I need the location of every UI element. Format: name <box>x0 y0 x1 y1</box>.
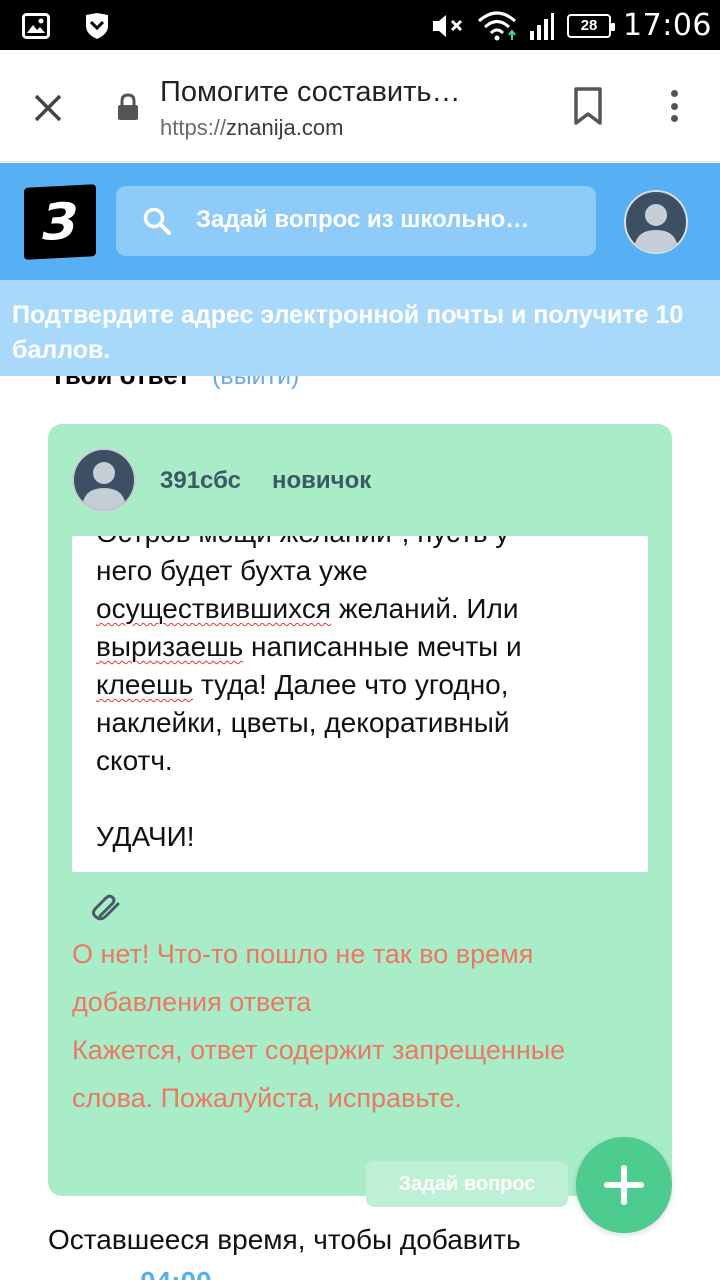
search-input[interactable]: Задай вопрос из школьно… <box>116 186 596 256</box>
search-icon <box>143 207 171 235</box>
misspelled-word: клеешь <box>96 669 194 700</box>
error-line: Кажется, ответ содержит запрещенные слов… <box>72 1035 566 1113</box>
answer-line: осуществившихся желаний. Или <box>96 593 519 624</box>
close-tab-button[interactable] <box>28 88 68 128</box>
answer-line: наклейки, цветы, декоративный <box>96 707 510 738</box>
image-icon <box>22 13 50 39</box>
bookmark-icon[interactable] <box>570 86 606 126</box>
ask-question-button[interactable]: Задай вопрос <box>366 1161 568 1207</box>
error-message: О нет! Что-то пошло не так во время доба… <box>72 930 652 1122</box>
username[interactable]: 391сбс <box>160 467 241 495</box>
lock-icon <box>118 93 138 120</box>
plus-icon <box>604 1165 644 1205</box>
user-avatar[interactable] <box>72 448 136 512</box>
url-scheme: https:// <box>160 115 227 140</box>
user-icon <box>634 204 678 252</box>
mute-icon <box>433 14 463 37</box>
overflow-menu-button[interactable] <box>658 86 690 126</box>
misspelled-word: выризаешь <box>96 631 244 662</box>
answer-text[interactable]: Остров мощи желаний", пусть у него будет… <box>96 536 626 856</box>
page-title: Помогите составить… <box>160 76 461 108</box>
battery-level: 28 <box>580 17 598 34</box>
misspelled-word: осуществившихся <box>96 593 332 624</box>
profile-avatar[interactable] <box>624 190 688 254</box>
user-icon <box>82 462 126 510</box>
clock: 17:06 <box>623 8 712 43</box>
answer-line: Остров мощи желаний", пусть у <box>96 536 626 552</box>
url-host: znanija.com <box>226 115 344 140</box>
answer-line: него будет бухта уже <box>96 555 368 586</box>
signal-icon <box>530 12 555 40</box>
page-url[interactable]: https://znanija.com <box>160 115 343 141</box>
error-line: О нет! Что-то пошло не так во время доба… <box>72 939 534 1017</box>
site-logo[interactable]: З <box>24 184 96 260</box>
email-confirm-banner[interactable]: Подтвердите адрес электронной почты и по… <box>0 280 720 376</box>
remaining-time-value: 04:00 <box>140 1266 212 1280</box>
close-icon <box>34 94 62 122</box>
status-bar: 28 17:06 <box>0 0 720 50</box>
logo-text: З <box>42 192 78 252</box>
answer-line: клеешь туда! Далее что угодно, <box>96 669 509 700</box>
user-rank: новичок <box>272 467 372 494</box>
answer-line: УДАЧИ! <box>96 821 195 852</box>
battery-icon: 28 <box>567 13 616 38</box>
add-question-fab[interactable] <box>576 1137 672 1233</box>
search-placeholder: Задай вопрос из школьно… <box>196 206 530 233</box>
answer-line: скотч. <box>96 745 173 776</box>
browser-toolbar: Помогите составить… https://znanija.com <box>0 50 720 162</box>
shield-icon <box>86 13 108 39</box>
answer-line: выризаешь написанные мечты и <box>96 631 522 662</box>
attachment-icon[interactable] <box>92 894 124 922</box>
wifi-icon <box>478 11 517 40</box>
answer-editor[interactable]: Остров мощи желаний", пусть у него будет… <box>72 536 648 872</box>
remaining-time-label: Оставшееся время, чтобы добавить <box>48 1224 521 1255</box>
